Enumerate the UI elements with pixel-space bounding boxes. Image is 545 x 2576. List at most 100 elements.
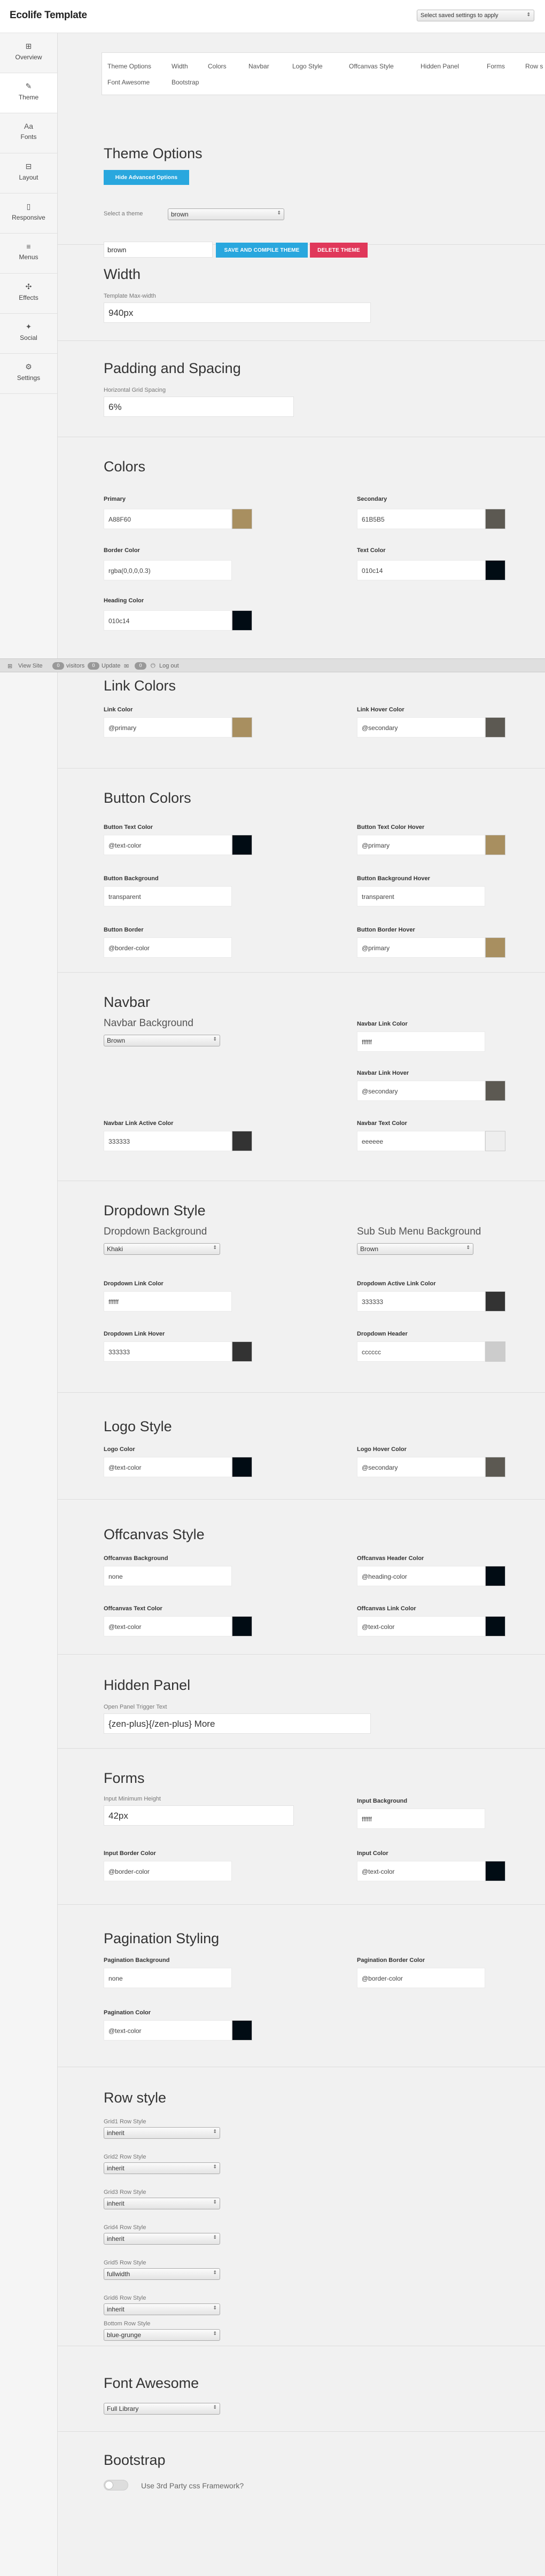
grid1-row-style-select[interactable]: inherit ⇕ bbox=[104, 2127, 220, 2139]
offcanvas-background-input[interactable]: none bbox=[104, 1566, 232, 1586]
dropdown-link-color-input[interactable]: ffffff bbox=[104, 1291, 232, 1312]
input-color-swatch[interactable] bbox=[485, 1861, 505, 1881]
offcanvas-text-color-swatch[interactable] bbox=[232, 1616, 252, 1636]
link-hover-color-input[interactable]: @secondary bbox=[357, 717, 485, 738]
offcanvas-link-color-swatch[interactable] bbox=[485, 1616, 505, 1636]
tab-font-awesome[interactable]: Font Awesome bbox=[107, 79, 150, 86]
view-site-link[interactable]: View Site bbox=[18, 663, 43, 669]
dropdown-active-link-input[interactable]: 333333 bbox=[357, 1291, 485, 1312]
heading-color-swatch[interactable] bbox=[232, 610, 252, 631]
sub-sub-menu-background-select[interactable]: Brown ⇕ bbox=[357, 1243, 473, 1255]
logo-hover-color-swatch[interactable] bbox=[485, 1457, 505, 1477]
logo-color-input[interactable]: @text-color bbox=[104, 1457, 232, 1477]
navbar-text-color-input[interactable]: eeeeee bbox=[357, 1131, 485, 1151]
log-out-link[interactable]: Log out bbox=[159, 663, 179, 669]
saved-settings-select[interactable]: Select saved settings to apply ⇕ bbox=[417, 10, 534, 21]
button-border-hover-input[interactable]: @primary bbox=[357, 937, 485, 958]
text-color-input[interactable]: 010c14 bbox=[357, 560, 485, 580]
link-hover-color-swatch[interactable] bbox=[485, 717, 505, 738]
dropdown-active-link-swatch[interactable] bbox=[485, 1291, 505, 1312]
dropdown-background-select[interactable]: Khaki ⇕ bbox=[104, 1243, 220, 1255]
offcanvas-header-color-input[interactable]: @heading-color bbox=[357, 1566, 485, 1586]
navbar-link-active-input[interactable]: 333333 bbox=[104, 1131, 232, 1151]
dropdown-header-input[interactable]: cccccc bbox=[357, 1341, 485, 1362]
tab-navbar[interactable]: Navbar bbox=[248, 63, 269, 70]
template-max-width-input[interactable]: 940px bbox=[104, 302, 371, 323]
font-awesome-select[interactable]: Full Library ⇕ bbox=[104, 2403, 220, 2415]
offcanvas-link-color-input[interactable]: @text-color bbox=[357, 1616, 485, 1636]
sidebar-item-theme[interactable]: ✎ Theme bbox=[0, 73, 57, 113]
primary-color-swatch[interactable] bbox=[232, 509, 252, 529]
theme-select[interactable]: brown ⇕ bbox=[168, 208, 284, 220]
navbar-background-select[interactable]: Brown ⇕ bbox=[104, 1035, 220, 1046]
tab-offcanvas-style[interactable]: Offcanvas Style bbox=[349, 63, 394, 70]
button-border-input[interactable]: @border-color bbox=[104, 937, 232, 958]
grid5-row-style-select[interactable]: fullwidth ⇕ bbox=[104, 2268, 220, 2280]
tab-theme-options[interactable]: Theme Options bbox=[107, 63, 151, 70]
dropdown-link-hover-input[interactable]: 333333 bbox=[104, 1341, 232, 1362]
navbar-link-hover-swatch[interactable] bbox=[485, 1081, 505, 1101]
grid3-row-style-select[interactable]: inherit ⇕ bbox=[104, 2198, 220, 2209]
secondary-color-input[interactable]: 61B5B5 bbox=[357, 509, 485, 529]
logo-hover-color-input[interactable]: @secondary bbox=[357, 1457, 485, 1477]
sidebar-item-layout[interactable]: ⊟ Layout bbox=[0, 153, 57, 193]
button-text-hover-input[interactable]: @primary bbox=[357, 835, 485, 855]
sidebar-item-fonts[interactable]: Aa Fonts bbox=[0, 113, 57, 153]
grid6-row-style-select[interactable]: inherit ⇕ bbox=[104, 2303, 220, 2315]
button-text-hover-swatch[interactable] bbox=[485, 835, 505, 855]
sidebar-item-overview[interactable]: ⊞ Overview bbox=[0, 33, 57, 73]
tab-bootstrap[interactable]: Bootstrap bbox=[172, 79, 199, 86]
secondary-color-swatch[interactable] bbox=[485, 509, 505, 529]
third-party-framework-toggle[interactable] bbox=[104, 2480, 128, 2490]
navbar-link-active-swatch[interactable] bbox=[232, 1131, 252, 1151]
tab-colors[interactable]: Colors bbox=[208, 63, 227, 70]
sidebar-item-social[interactable]: ✦ Social bbox=[0, 314, 57, 354]
link-color-swatch[interactable] bbox=[232, 717, 252, 738]
button-border-hover-swatch[interactable] bbox=[485, 937, 505, 958]
horizontal-grid-spacing-input[interactable]: 6% bbox=[104, 397, 294, 417]
text-color-swatch[interactable] bbox=[485, 560, 505, 580]
grid4-row-style-select[interactable]: inherit ⇕ bbox=[104, 2233, 220, 2245]
heading-color-input[interactable]: 010c14 bbox=[104, 610, 232, 631]
offcanvas-header-color-swatch[interactable] bbox=[485, 1566, 505, 1586]
offcanvas-text-color-input[interactable]: @text-color bbox=[104, 1616, 232, 1636]
input-background-input[interactable]: ffffff bbox=[357, 1809, 485, 1829]
bottom-row-style-select[interactable]: blue-grunge ⇕ bbox=[104, 2329, 220, 2341]
border-color-input[interactable]: rgba(0,0,0,0.3) bbox=[104, 560, 232, 580]
navbar-text-color-swatch[interactable] bbox=[485, 1131, 505, 1151]
input-minimum-height-input[interactable]: 42px bbox=[104, 1805, 294, 1826]
link-color-input[interactable]: @primary bbox=[104, 717, 232, 738]
tab-width[interactable]: Width bbox=[172, 63, 188, 70]
field-label: Logo Color bbox=[104, 1446, 135, 1453]
field-label: Border Color bbox=[104, 547, 140, 554]
sidebar-item-menus[interactable]: ≡ Menus bbox=[0, 234, 57, 274]
sidebar-item-effects[interactable]: ✣ Effects bbox=[0, 274, 57, 314]
updates-link[interactable]: Update bbox=[102, 663, 120, 669]
pagination-border-color-input[interactable]: @border-color bbox=[357, 1968, 485, 1988]
dropdown-header-swatch[interactable] bbox=[485, 1341, 505, 1362]
navbar-link-color-input[interactable]: ffffff bbox=[357, 1031, 485, 1052]
panel-trigger-text-input[interactable]: {zen-plus}{/zen-plus} More bbox=[104, 1713, 371, 1734]
input-color-input[interactable]: @text-color bbox=[357, 1861, 485, 1881]
pagination-color-swatch[interactable] bbox=[232, 2020, 252, 2040]
grid2-row-style-select[interactable]: inherit ⇕ bbox=[104, 2162, 220, 2174]
dropdown-link-hover-swatch[interactable] bbox=[232, 1341, 252, 1362]
hide-advanced-options-button[interactable]: Hide Advanced Options bbox=[104, 170, 189, 185]
button-text-color-input[interactable]: @text-color bbox=[104, 835, 232, 855]
navbar-link-hover-input[interactable]: @secondary bbox=[357, 1081, 485, 1101]
visitors-link[interactable]: visitors bbox=[66, 663, 84, 669]
primary-color-input[interactable]: A88F60 bbox=[104, 509, 232, 529]
tab-logo-style[interactable]: Logo Style bbox=[292, 63, 323, 70]
input-border-color-input[interactable]: @border-color bbox=[104, 1861, 232, 1881]
button-text-color-swatch[interactable] bbox=[232, 835, 252, 855]
tab-hidden-panel[interactable]: Hidden Panel bbox=[421, 63, 459, 70]
logo-color-swatch[interactable] bbox=[232, 1457, 252, 1477]
button-background-input[interactable]: transparent bbox=[104, 886, 232, 906]
pagination-color-input[interactable]: @text-color bbox=[104, 2020, 232, 2040]
pagination-background-input[interactable]: none bbox=[104, 1968, 232, 1988]
tab-forms[interactable]: Forms bbox=[487, 63, 505, 70]
tab-row-style[interactable]: Row s bbox=[525, 63, 543, 70]
button-background-hover-input[interactable]: transparent bbox=[357, 886, 485, 906]
sidebar-item-settings[interactable]: ⚙ Settings bbox=[0, 354, 57, 394]
sidebar-item-responsive[interactable]: ▯ Responsive bbox=[0, 193, 57, 234]
